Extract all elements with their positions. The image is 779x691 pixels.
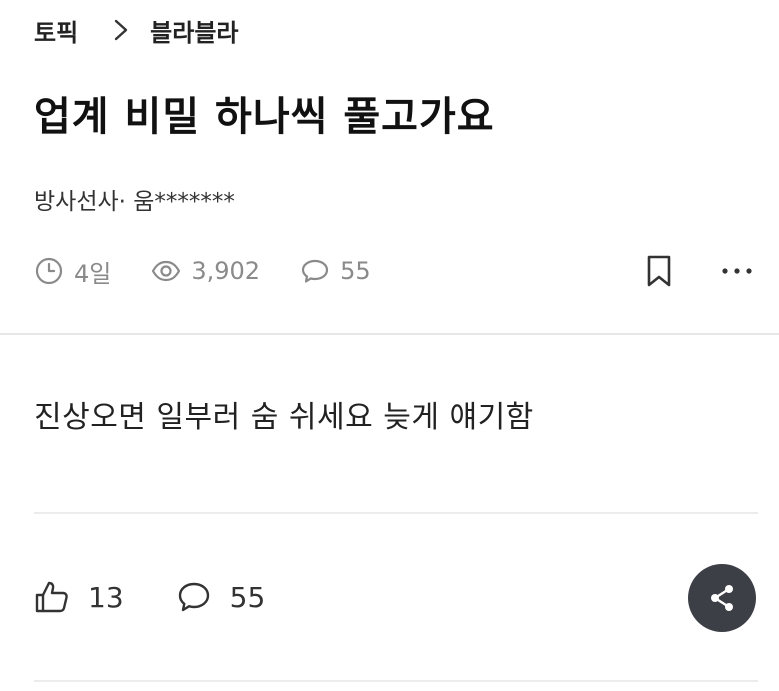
- more-horizontal-icon[interactable]: [720, 256, 754, 286]
- like-button[interactable]: 13: [34, 579, 124, 615]
- post-actions: [644, 250, 754, 292]
- post-views: 3,902: [151, 256, 260, 286]
- post-comments[interactable]: 55: [300, 256, 371, 286]
- speech-bubble-icon: [178, 582, 209, 612]
- header-divider: [0, 333, 779, 335]
- like-count: 13: [88, 580, 124, 614]
- breadcrumb-category[interactable]: 블라블라: [150, 13, 238, 48]
- body-divider: [34, 512, 758, 514]
- post-views-count: 3,902: [191, 257, 261, 285]
- post-body: 진상오면 일부러 숨 쉬세요 늦게 얘기함: [34, 400, 534, 435]
- breadcrumb-topic[interactable]: 토픽: [34, 13, 78, 48]
- thumbs-up-icon: [35, 581, 68, 613]
- share-icon: [711, 585, 733, 611]
- chevron-right-icon: [112, 19, 130, 41]
- share-button[interactable]: [688, 564, 756, 632]
- post-author[interactable]: 방사선사· 움*******: [34, 182, 235, 216]
- post-time: 4일: [34, 254, 111, 289]
- post-comments-count: 55: [340, 257, 371, 285]
- footer-divider: [34, 680, 758, 682]
- eye-icon: [152, 260, 181, 282]
- post-meta: 4일 3,902 55: [34, 250, 754, 292]
- post-time-label: 4일: [74, 259, 112, 288]
- bookmark-icon[interactable]: [644, 254, 674, 288]
- speech-bubble-icon: [301, 259, 329, 283]
- clock-icon: [35, 257, 63, 285]
- breadcrumb: 토픽 블라블라: [34, 12, 239, 48]
- footer-comment-count: 55: [229, 580, 266, 614]
- post-footer: 13 55: [34, 572, 317, 622]
- post-title: 업계 비밀 하나씩 풀고가요: [34, 94, 495, 140]
- comment-button[interactable]: 55: [176, 579, 266, 615]
